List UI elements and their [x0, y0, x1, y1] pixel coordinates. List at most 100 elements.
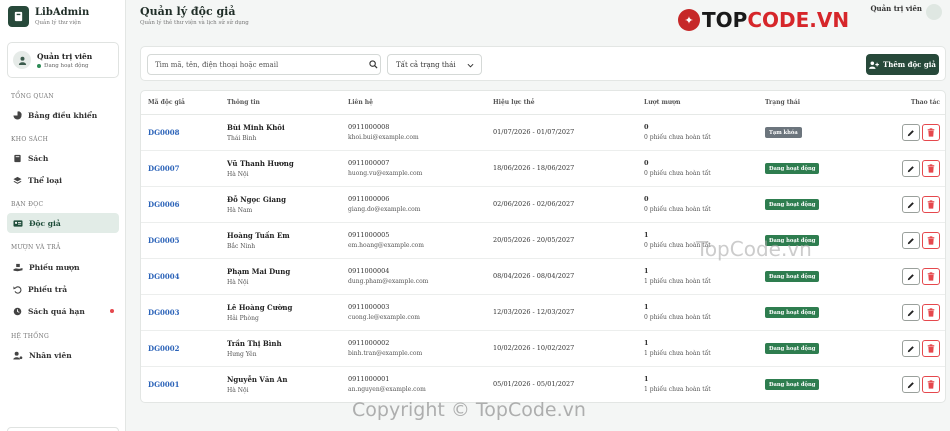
- layers-icon: [13, 176, 22, 184]
- reader-phone: 0911000003: [348, 303, 390, 311]
- reader-code-link[interactable]: DG0001: [148, 380, 180, 389]
- loan-pending: 1 phiếu chưa hoàn tất: [644, 350, 711, 357]
- reader-email: huong.vu@example.com: [348, 170, 423, 177]
- account-menu[interactable]: Quản trị viên: [870, 4, 944, 20]
- reader-contact: 0911000003 cuong.le@example.com: [348, 303, 420, 321]
- delete-button[interactable]: [922, 340, 940, 357]
- pencil-icon: [907, 129, 914, 136]
- reader-loans: 1 1 phiếu chưa hoàn tất: [644, 267, 711, 285]
- watermark-logo-top: TOP: [702, 8, 748, 32]
- loan-pending: 0 phiếu chưa hoàn tất: [644, 134, 711, 141]
- reader-place: Hà Nam: [227, 207, 253, 214]
- card-validity: 05/01/2026 - 05/01/2027: [493, 380, 575, 388]
- nav-group-readers: BẠN ĐỌC: [11, 201, 44, 208]
- search-input[interactable]: [147, 54, 381, 75]
- sidebar-item-label: Bảng điều khiển: [28, 110, 98, 120]
- delete-button[interactable]: [922, 232, 940, 249]
- reader-code-link[interactable]: DG0006: [148, 200, 180, 209]
- pencil-icon: [907, 165, 914, 172]
- edit-button[interactable]: [902, 304, 920, 321]
- loan-pending: 0 phiếu chưa hoàn tất: [644, 170, 711, 177]
- reader-name: Nguyễn Văn An: [227, 375, 288, 384]
- sidebar-item-overdue[interactable]: Sách quá hạn: [7, 301, 119, 321]
- loan-pending: 1 phiếu chưa hoàn tất: [644, 386, 711, 393]
- reader-info: Nguyễn Văn An Hà Nội: [227, 375, 287, 394]
- edit-button[interactable]: [902, 124, 920, 141]
- status-filter-select[interactable]: Tất cả trạng thái: [387, 54, 482, 75]
- col-status-header: Trạng thái: [765, 99, 801, 106]
- chevron-down-icon: [467, 63, 474, 68]
- clock-icon: [13, 307, 22, 315]
- filter-toolbar: Tất cả trạng thái Thêm độc giả: [140, 46, 946, 81]
- sidebar-item-readers[interactable]: Độc giả: [7, 213, 119, 233]
- delete-button[interactable]: [922, 196, 940, 213]
- edit-button[interactable]: [902, 232, 920, 249]
- add-reader-button[interactable]: Thêm độc giả: [866, 54, 939, 75]
- table-header: Mã độc giả Thông tin Liên hệ Hiệu lực th…: [141, 91, 945, 115]
- sidebar-item-label: Phiếu mượn: [29, 262, 80, 272]
- reader-phone: 0911000005: [348, 231, 390, 239]
- reader-code-link[interactable]: DG0004: [148, 272, 180, 281]
- brand[interactable]: LibAdmin Quản lý thư viện: [8, 6, 89, 27]
- user-avatar-icon: [13, 51, 31, 69]
- status-badge: Đang hoạt động: [765, 343, 820, 354]
- sidebar-item-borrow[interactable]: Phiếu mượn: [7, 257, 119, 277]
- edit-button[interactable]: [902, 196, 920, 213]
- reader-code-link[interactable]: DG0003: [148, 308, 180, 317]
- sidebar-item-dashboard[interactable]: Bảng điều khiển: [7, 105, 119, 125]
- reader-name: Trần Thị Bình: [227, 339, 282, 348]
- trash-icon: [927, 164, 935, 173]
- table-row: DG0006 Đỗ Ngọc Giang Hà Nam 0911000006 giang…: [141, 187, 945, 223]
- delete-button[interactable]: [922, 160, 940, 177]
- reader-code-link[interactable]: DG0008: [148, 128, 180, 137]
- loan-count: 0: [644, 195, 649, 203]
- page-subtitle: Quản lý thẻ thư viện và lịch sử sử dụng: [140, 20, 249, 26]
- status-badge: Đang hoạt động: [765, 163, 820, 174]
- sidebar-item-label: Sách: [28, 153, 49, 163]
- delete-button[interactable]: [922, 268, 940, 285]
- loan-count: 1: [644, 267, 649, 275]
- trash-icon: [927, 200, 935, 209]
- edit-button[interactable]: [902, 160, 920, 177]
- trash-icon: [927, 344, 935, 353]
- reader-code-link[interactable]: DG0002: [148, 344, 180, 353]
- edit-button[interactable]: [902, 376, 920, 393]
- reader-contact: 0911000008 khoi.bui@example.com: [348, 123, 419, 141]
- page-title: Quản lý độc giả: [140, 5, 236, 18]
- reader-contact: 0911000004 dung.pham@example.com: [348, 267, 428, 285]
- sidebar-item-returns[interactable]: Phiếu trả: [7, 279, 119, 299]
- topcode-logo-icon: ✦: [678, 9, 700, 31]
- reader-code-link[interactable]: DG0007: [148, 164, 180, 173]
- sidebar-item-staff[interactable]: Nhân viên: [7, 345, 119, 365]
- brand-subtitle: Quản lý thư viện: [35, 20, 81, 26]
- delete-button[interactable]: [922, 124, 940, 141]
- sidebar-item-categories[interactable]: Thể loại: [7, 170, 119, 190]
- reader-phone: 0911000002: [348, 339, 390, 347]
- reader-name: Lê Hoàng Cường: [227, 303, 293, 312]
- loan-pending: 0 phiếu chưa hoàn tất: [644, 314, 711, 321]
- status-badge: Tạm khóa: [765, 127, 802, 138]
- edit-button[interactable]: [902, 268, 920, 285]
- id-card-icon: [13, 219, 23, 227]
- reader-phone: 0911000004: [348, 267, 390, 275]
- hand-holding-icon: [13, 263, 23, 271]
- user-card[interactable]: Quản trị viên Đang hoạt động: [7, 42, 119, 78]
- reader-code-link[interactable]: DG0005: [148, 236, 180, 245]
- edit-button[interactable]: [902, 340, 920, 357]
- watermark-logo-code: CODE.VN: [747, 8, 850, 32]
- readers-table: Mã độc giả Thông tin Liên hệ Hiệu lực th…: [140, 90, 946, 403]
- sidebar-item-books[interactable]: Sách: [7, 148, 119, 168]
- pie-chart-icon: [13, 110, 22, 120]
- search-icon[interactable]: [369, 60, 378, 69]
- table-row: DG0007 Vũ Thanh Hương Hà Nội 0911000007 huon…: [141, 151, 945, 187]
- reader-name: Vũ Thanh Hương: [227, 159, 294, 168]
- reader-name: Phạm Mai Dung: [227, 267, 291, 276]
- delete-button[interactable]: [922, 304, 940, 321]
- col-info-header: Thông tin: [227, 99, 260, 106]
- reader-info: Trần Thị Bình Hưng Yên: [227, 339, 282, 358]
- table-row: DG0001 Nguyễn Văn An Hà Nội 0911000001 an.ng…: [141, 367, 945, 402]
- delete-button[interactable]: [922, 376, 940, 393]
- book-icon: [14, 154, 21, 162]
- user-plus-icon: [869, 61, 879, 69]
- pencil-icon: [907, 237, 914, 244]
